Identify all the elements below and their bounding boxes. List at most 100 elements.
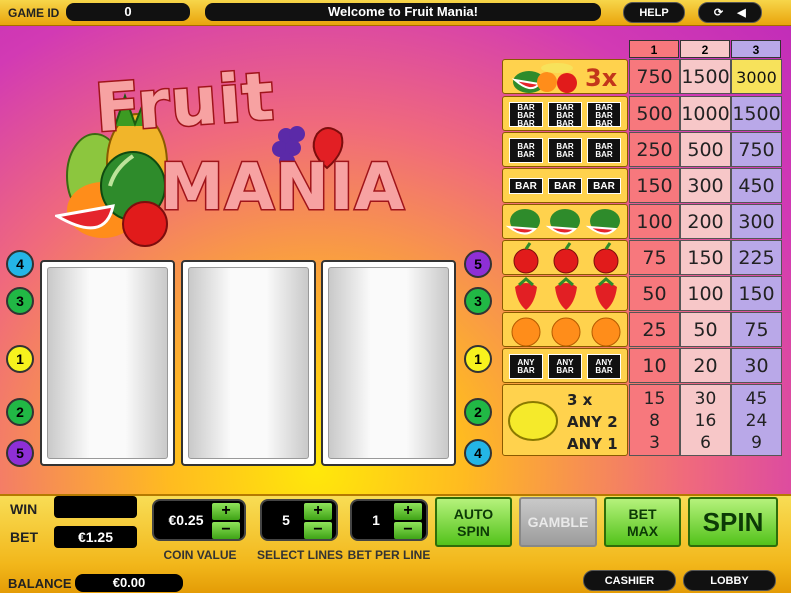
cashier-button[interactable]: CASHIER — [583, 570, 676, 591]
paytable-row: 75 150 225 — [502, 240, 784, 276]
paytable-row: BAR BAR BAR 150 300 450 — [502, 168, 784, 204]
bet-label: BET — [10, 529, 38, 545]
payout-value: 300 — [731, 204, 782, 239]
multiplier-label: 3x — [585, 64, 618, 92]
payout-value: 750 — [629, 59, 680, 94]
balance-display: €0.00 — [75, 574, 183, 592]
lemon-symbol: 3 x ANY 2 ANY 1 — [502, 384, 628, 456]
any-bar-icon: ANY BAR — [509, 354, 543, 379]
payline-marker-right[interactable]: 1 — [464, 345, 492, 373]
payline-marker-left[interactable]: 1 — [6, 345, 34, 373]
any-bar-symbol: ANY BAR ANY BAR ANY BAR — [502, 348, 628, 383]
game-id-label: GAME ID — [8, 6, 60, 20]
spin-button[interactable]: SPIN — [688, 497, 778, 547]
orange-icon — [511, 317, 621, 347]
payout-value: 50 — [680, 312, 731, 347]
mixed-fruit-symbol: 3x — [502, 59, 628, 94]
payout-value: 225 — [731, 240, 782, 275]
reel-3-window — [328, 267, 449, 459]
payline-marker-left[interactable]: 5 — [6, 439, 34, 467]
payout-value: 150 — [629, 168, 680, 203]
payline-marker-left[interactable]: 3 — [6, 287, 34, 315]
select-lines-stepper: 5 + − — [260, 499, 338, 541]
payout-value: 75 — [629, 240, 680, 275]
settings-controls: ⟳ ◀ — [698, 2, 762, 23]
sound-icon[interactable]: ◀ — [732, 3, 752, 24]
orange-symbol — [502, 312, 628, 347]
lemon-payouts-1: 15 8 3 — [629, 384, 680, 456]
payline-marker-right[interactable]: 2 — [464, 398, 492, 426]
autospin-button[interactable]: AUTO SPIN — [435, 497, 512, 547]
payout-value: 200 — [680, 204, 731, 239]
balance-label: BALANCE — [8, 576, 72, 591]
triple-bar-icon: BAR BAR BAR — [548, 102, 582, 128]
payline-marker-right[interactable]: 4 — [464, 439, 492, 467]
coin-value-minus-button[interactable]: − — [212, 522, 240, 539]
paytable-row: 3x 750 1500 3000 — [502, 59, 784, 95]
payout-value: 100 — [680, 276, 731, 311]
reel-3 — [321, 260, 456, 466]
double-bar-icon: BAR BAR — [587, 138, 621, 163]
game-area: Fruit MANIA 4 3 1 2 5 5 3 1 2 4 1 2 3 3x… — [0, 26, 791, 494]
lines-plus-button[interactable]: + — [304, 503, 332, 520]
cherry-icon — [513, 242, 619, 274]
message-bar: Welcome to Fruit Mania! — [205, 3, 601, 21]
payline-marker-left[interactable]: 4 — [6, 250, 34, 278]
help-button[interactable]: HELP — [623, 2, 685, 23]
gamble-button[interactable]: GAMBLE — [519, 497, 597, 547]
reel-2-window — [188, 267, 309, 459]
single-bar-symbol: BAR BAR BAR — [502, 168, 628, 203]
strawberry-icon — [515, 277, 617, 310]
lemon-conditions: 3 x ANY 2 ANY 1 — [567, 391, 618, 453]
fruit-mania-logo: Fruit MANIA — [55, 56, 406, 256]
mixed-fruit-icon — [511, 63, 577, 93]
lemon-icon — [508, 401, 558, 441]
single-bar-icon: BAR — [548, 178, 582, 194]
logo-word-fruit: Fruit — [91, 56, 279, 148]
reel-1 — [40, 260, 175, 466]
bet-per-line-value: 1 — [372, 512, 380, 528]
game-id-value: 0 — [66, 3, 190, 21]
win-label: WIN — [10, 501, 38, 517]
coin-value-caption: COIN VALUE — [163, 548, 237, 562]
bet-per-line-stepper: 1 + − — [350, 499, 428, 541]
triple-bar-icon: BAR BAR BAR — [509, 102, 543, 128]
payout-value: 250 — [629, 132, 680, 167]
watermelon-symbol — [502, 204, 628, 239]
bet-per-line-caption: BET PER LINE — [347, 548, 431, 562]
payout-value: 30 — [731, 348, 782, 383]
lobby-button[interactable]: LOBBY — [683, 570, 776, 591]
double-bar-icon: BAR BAR — [548, 138, 582, 163]
payout-value: 100 — [629, 204, 680, 239]
payline-marker-left[interactable]: 2 — [6, 398, 34, 426]
top-bar: GAME ID 0 Welcome to Fruit Mania! HELP ⟳… — [0, 0, 791, 26]
triple-bar-symbol: BAR BAR BAR BAR BAR BAR BAR BAR BAR — [502, 96, 628, 131]
payout-value: 10 — [629, 348, 680, 383]
bet-max-button[interactable]: BET MAX — [604, 497, 681, 547]
payline-marker-right[interactable]: 5 — [464, 250, 492, 278]
reel-1-window — [47, 267, 168, 459]
payout-value: 500 — [680, 132, 731, 167]
paytable-row: BAR BAR BAR BAR BAR BAR BAR BAR BAR 500 1000 1… — [502, 96, 784, 132]
paytable-header-3: 3 — [731, 40, 781, 58]
coin-value: €0.25 — [168, 512, 204, 528]
lines-minus-button[interactable]: − — [304, 522, 332, 539]
payout-value: 450 — [731, 168, 782, 203]
triple-bar-icon: BAR BAR BAR — [587, 102, 621, 128]
any-bar-icon: ANY BAR — [587, 354, 621, 379]
payline-marker-right[interactable]: 3 — [464, 287, 492, 315]
payout-value: 1500 — [731, 96, 782, 131]
double-bar-icon: BAR BAR — [509, 138, 543, 163]
bet-per-line-minus-button[interactable]: − — [394, 522, 422, 539]
any-bar-icon: ANY BAR — [548, 354, 582, 379]
paytable-header-1: 1 — [629, 40, 679, 58]
payout-value: 300 — [680, 168, 731, 203]
bet-display: €1.25 — [54, 526, 137, 548]
paytable-row: ANY BAR ANY BAR ANY BAR 10 20 30 — [502, 348, 784, 384]
payout-value: 500 — [629, 96, 680, 131]
payout-value: 750 — [731, 132, 782, 167]
win-display — [54, 496, 137, 518]
coin-value-plus-button[interactable]: + — [212, 503, 240, 520]
reload-icon[interactable]: ⟳ — [708, 3, 728, 24]
bet-per-line-plus-button[interactable]: + — [394, 503, 422, 520]
